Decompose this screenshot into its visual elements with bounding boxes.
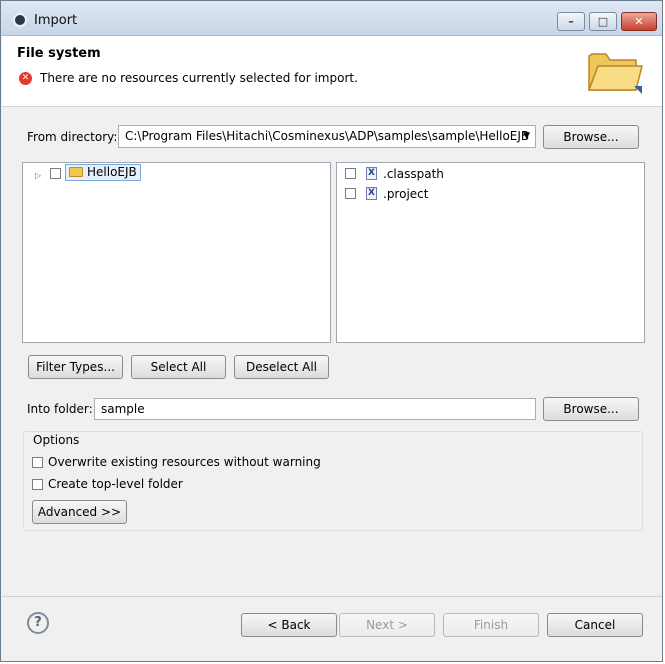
select-all-button[interactable]: Select All xyxy=(131,355,226,379)
page-title: File system xyxy=(17,46,101,61)
file-checkbox[interactable] xyxy=(345,168,356,179)
tree-item-node[interactable]: HelloEJB xyxy=(65,164,141,181)
filter-types-button[interactable]: Filter Types... xyxy=(28,355,123,379)
overwrite-label[interactable]: Overwrite existing resources without war… xyxy=(48,455,321,469)
file-list-panel: X .classpath X .project xyxy=(336,162,645,343)
tree-item-label: HelloEJB xyxy=(87,165,137,179)
from-directory-label: From directory: xyxy=(27,130,118,144)
file-label: .project xyxy=(383,187,429,201)
import-dialog: Import – □ ✕ File system ✕ There are no … xyxy=(0,0,663,662)
browse-directory-button[interactable]: Browse... xyxy=(543,125,639,149)
folder-tree-panel: ▷ HelloEJB xyxy=(22,162,331,343)
error-icon: ✕ xyxy=(19,72,32,85)
help-icon[interactable]: ? xyxy=(27,612,49,634)
browse-folder-button[interactable]: Browse... xyxy=(543,397,639,421)
from-directory-combo[interactable]: C:\Program Files\Hitachi\Cosminexus\ADP\… xyxy=(118,125,536,148)
back-button[interactable]: < Back xyxy=(241,613,337,637)
chevron-down-icon[interactable]: ▼ xyxy=(523,126,530,147)
tree-item-checkbox[interactable] xyxy=(50,168,61,179)
maximize-icon: □ xyxy=(597,15,609,28)
title-bar: Import – □ ✕ xyxy=(1,1,662,36)
into-folder-label: Into folder: xyxy=(27,402,93,416)
file-label: .classpath xyxy=(383,167,444,181)
eclipse-icon xyxy=(12,12,28,28)
advanced-button[interactable]: Advanced >> xyxy=(32,500,127,524)
file-checkbox[interactable] xyxy=(345,188,356,199)
close-button[interactable]: ✕ xyxy=(621,12,657,31)
deselect-all-button[interactable]: Deselect All xyxy=(234,355,329,379)
minimize-icon: – xyxy=(568,15,574,28)
next-button[interactable]: Next > xyxy=(339,613,435,637)
create-top-level-checkbox[interactable] xyxy=(32,479,43,490)
xml-file-icon: X xyxy=(366,187,377,200)
window-title: Import xyxy=(34,13,78,28)
xml-file-icon: X xyxy=(366,167,377,180)
into-folder-field[interactable]: sample xyxy=(94,398,536,420)
wizard-header: File system ✕ There are no resources cur… xyxy=(2,36,662,107)
minimize-button[interactable]: – xyxy=(557,12,585,31)
create-top-level-label[interactable]: Create top-level folder xyxy=(48,477,183,491)
cancel-button[interactable]: Cancel xyxy=(547,613,643,637)
expand-arrow-icon[interactable]: ▷ xyxy=(35,171,41,180)
folder-icon xyxy=(69,167,83,177)
folder-open-icon xyxy=(587,53,643,94)
maximize-button[interactable]: □ xyxy=(589,12,617,31)
from-directory-value: C:\Program Files\Hitachi\Cosminexus\ADP\… xyxy=(125,129,530,143)
header-message: There are no resources currently selecte… xyxy=(40,71,358,85)
overwrite-checkbox[interactable] xyxy=(32,457,43,468)
options-label: Options xyxy=(31,433,82,447)
finish-button[interactable]: Finish xyxy=(443,613,539,637)
close-icon: ✕ xyxy=(634,15,644,28)
footer-separator xyxy=(2,596,662,597)
